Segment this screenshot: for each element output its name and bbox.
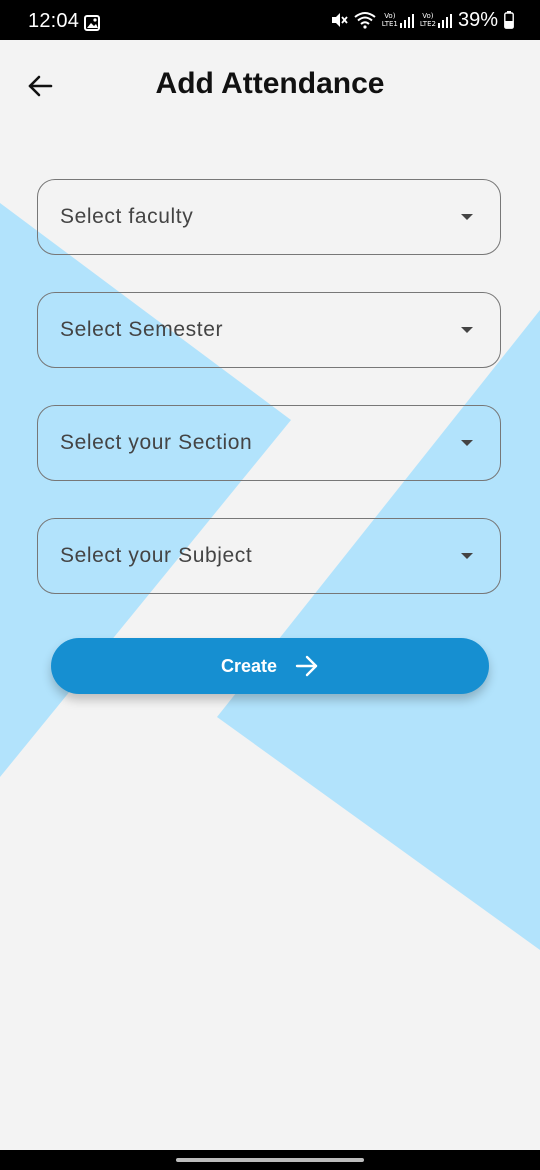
- caret-down-icon: [461, 440, 473, 446]
- page-title: Add Attendance: [155, 67, 385, 100]
- caret-down-icon: [461, 553, 473, 559]
- battery-percent: 39%: [457, 8, 498, 31]
- signal-icon: [399, 14, 414, 28]
- sim1-label: LTE1: [381, 20, 398, 28]
- status-icons: Vo) LTE1 Vo) LTE2 39%: [330, 8, 514, 32]
- faculty-dropdown[interactable]: Select faculty: [37, 179, 501, 255]
- battery-icon: [504, 11, 514, 29]
- gallery-icon: [84, 15, 100, 31]
- sim2-signal: Vo) LTE2: [420, 12, 452, 28]
- home-indicator[interactable]: [176, 1158, 364, 1162]
- caret-down-icon: [461, 327, 473, 333]
- faculty-dropdown-label: Select faculty: [60, 205, 194, 228]
- section-dropdown-label: Select your Section: [60, 431, 253, 454]
- caret-down-icon: [461, 214, 473, 220]
- create-button-label: Create: [220, 655, 278, 676]
- app-header: Add Attendance: [0, 40, 540, 130]
- sim1-signal: Vo) LTE1: [382, 12, 414, 28]
- section-dropdown[interactable]: Select your Section: [37, 405, 501, 481]
- mute-icon: [331, 13, 348, 27]
- create-button[interactable]: Create: [51, 638, 489, 694]
- status-time: 12:04: [28, 10, 80, 32]
- signal-icon: [437, 14, 452, 28]
- navigation-bar: [0, 1150, 540, 1170]
- semester-dropdown-label: Select Semester: [60, 318, 224, 341]
- subject-dropdown-label: Select your Subject: [60, 544, 253, 567]
- status-bar: 12:04 Vo) LTE1 Vo) LTE2 39%: [0, 0, 540, 40]
- semester-dropdown[interactable]: Select Semester: [37, 292, 501, 368]
- subject-dropdown[interactable]: Select your Subject: [37, 518, 501, 594]
- arrow-right-icon: [295, 655, 318, 677]
- wifi-icon: [354, 12, 376, 29]
- sim2-label: LTE2: [419, 20, 436, 28]
